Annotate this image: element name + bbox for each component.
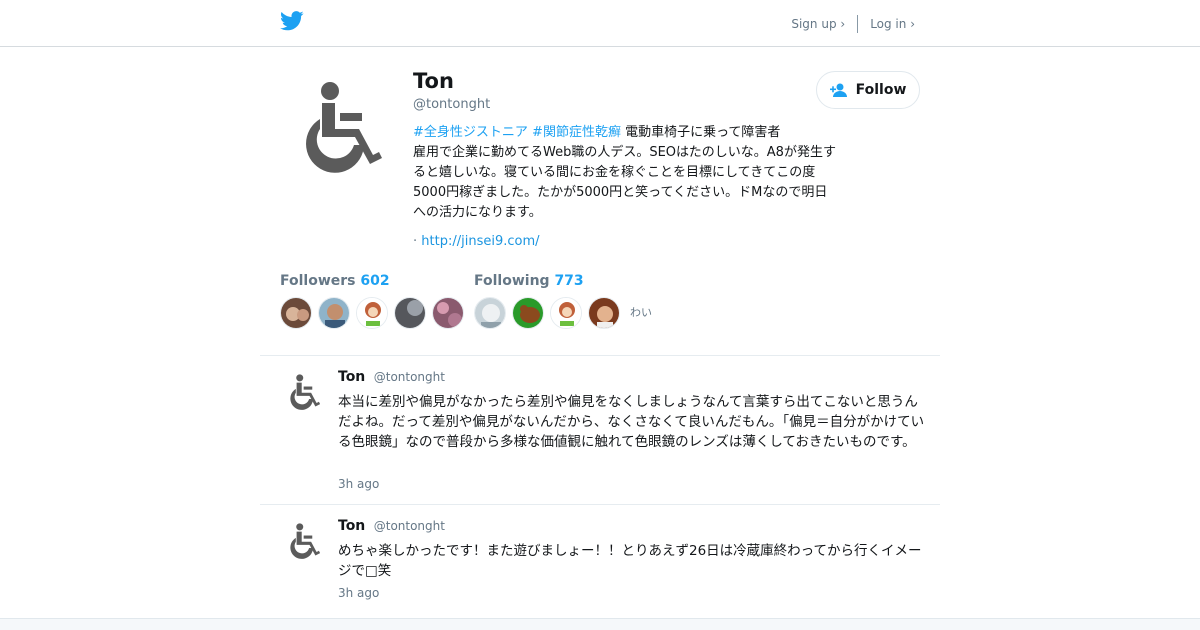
wheelchair-icon[interactable]	[288, 521, 324, 561]
bio-hashtag[interactable]: #関節症性乾癬	[532, 125, 621, 140]
wheelchair-icon[interactable]	[300, 77, 392, 177]
followers-count: 602	[360, 273, 390, 289]
avatar[interactable]	[474, 297, 506, 329]
avatar[interactable]	[512, 297, 544, 329]
add-user-icon	[829, 83, 847, 97]
profile-bio: #全身性ジストニア #関節症性乾癬 電動車椅子に乗って障害者 雇用で企業に勤めて…	[413, 123, 838, 223]
tweet-author-handle[interactable]: @tontonght	[374, 519, 445, 533]
follow-button-label: Follow	[855, 82, 907, 98]
tweet-author-name[interactable]: Ton	[338, 369, 365, 385]
tweet-author-name[interactable]: Ton	[338, 518, 365, 534]
followers-label: Followers	[280, 273, 356, 289]
avatar[interactable]	[432, 297, 464, 329]
profile-handle: @tontonght	[413, 97, 491, 112]
top-nav: Sign up › Log in ›	[791, 15, 915, 33]
followers-stat[interactable]: Followers 602	[280, 273, 390, 289]
profile-stats: Followers 602 Following 773 わい	[280, 273, 920, 333]
twitter-bird-icon[interactable]	[280, 10, 304, 34]
tweet-timestamp[interactable]: 3h ago	[338, 586, 379, 600]
following-label: Following	[474, 273, 550, 289]
avatar[interactable]	[550, 297, 582, 329]
url-bullet: ·	[413, 234, 418, 249]
footer-band	[0, 618, 1200, 630]
followers-avatars	[280, 297, 470, 329]
following-avatars: わい	[474, 297, 652, 329]
avatar[interactable]	[588, 297, 620, 329]
nav-divider	[857, 15, 859, 33]
signup-link[interactable]: Sign up ›	[791, 17, 845, 31]
bio-hashtag[interactable]: #全身性ジストニア	[413, 125, 528, 140]
bio-text: 雇用で企業に勤めてるWeb職の人デス。SEOはたのしいな。A8が発生すると嬉しい…	[413, 145, 836, 220]
avatar[interactable]	[280, 297, 312, 329]
login-link[interactable]: Log in ›	[870, 17, 915, 31]
tweet[interactable]: Ton @tontonght 本当に差別や偏見がなかったら差別や偏見をなくしまし…	[260, 356, 940, 504]
tweet-author-handle[interactable]: @tontonght	[374, 370, 445, 384]
profile-url-link[interactable]: http://jinsei9.com/	[421, 234, 539, 249]
follow-button[interactable]: Follow	[816, 71, 920, 109]
profile-name: Ton	[413, 69, 454, 93]
following-count: 773	[554, 273, 584, 289]
tweet-text: 本当に差別や偏見がなかったら差別や偏見をなくしましょうなんて言葉すら出てこないと…	[338, 394, 925, 450]
bio-text: 電動車椅子に乗って障害者	[620, 125, 781, 140]
tweet-header: Ton @tontonght	[338, 518, 445, 534]
tweet-text: めちゃ楽しかったです！また遊びましょー！！とりあえず26日は冷蔵庫終わってから行…	[338, 543, 922, 579]
tweet-header: Ton @tontonght	[338, 369, 445, 385]
avatar[interactable]	[318, 297, 350, 329]
following-block[interactable]: Following 773	[474, 273, 584, 289]
wheelchair-icon[interactable]	[288, 372, 324, 412]
avatar[interactable]	[394, 297, 426, 329]
top-bar: Sign up › Log in ›	[0, 0, 1200, 47]
following-extra-text: わい	[630, 306, 652, 319]
tweet-timestamp[interactable]: 3h ago	[338, 477, 379, 491]
tweet[interactable]: Ton @tontonght めちゃ楽しかったです！また遊びましょー！！とりあえ…	[260, 505, 940, 617]
followers-block[interactable]: Followers 602	[280, 273, 390, 289]
following-stat[interactable]: Following 773	[474, 273, 584, 289]
avatar[interactable]	[356, 297, 388, 329]
profile-url-row: · http://jinsei9.com/	[413, 234, 540, 249]
